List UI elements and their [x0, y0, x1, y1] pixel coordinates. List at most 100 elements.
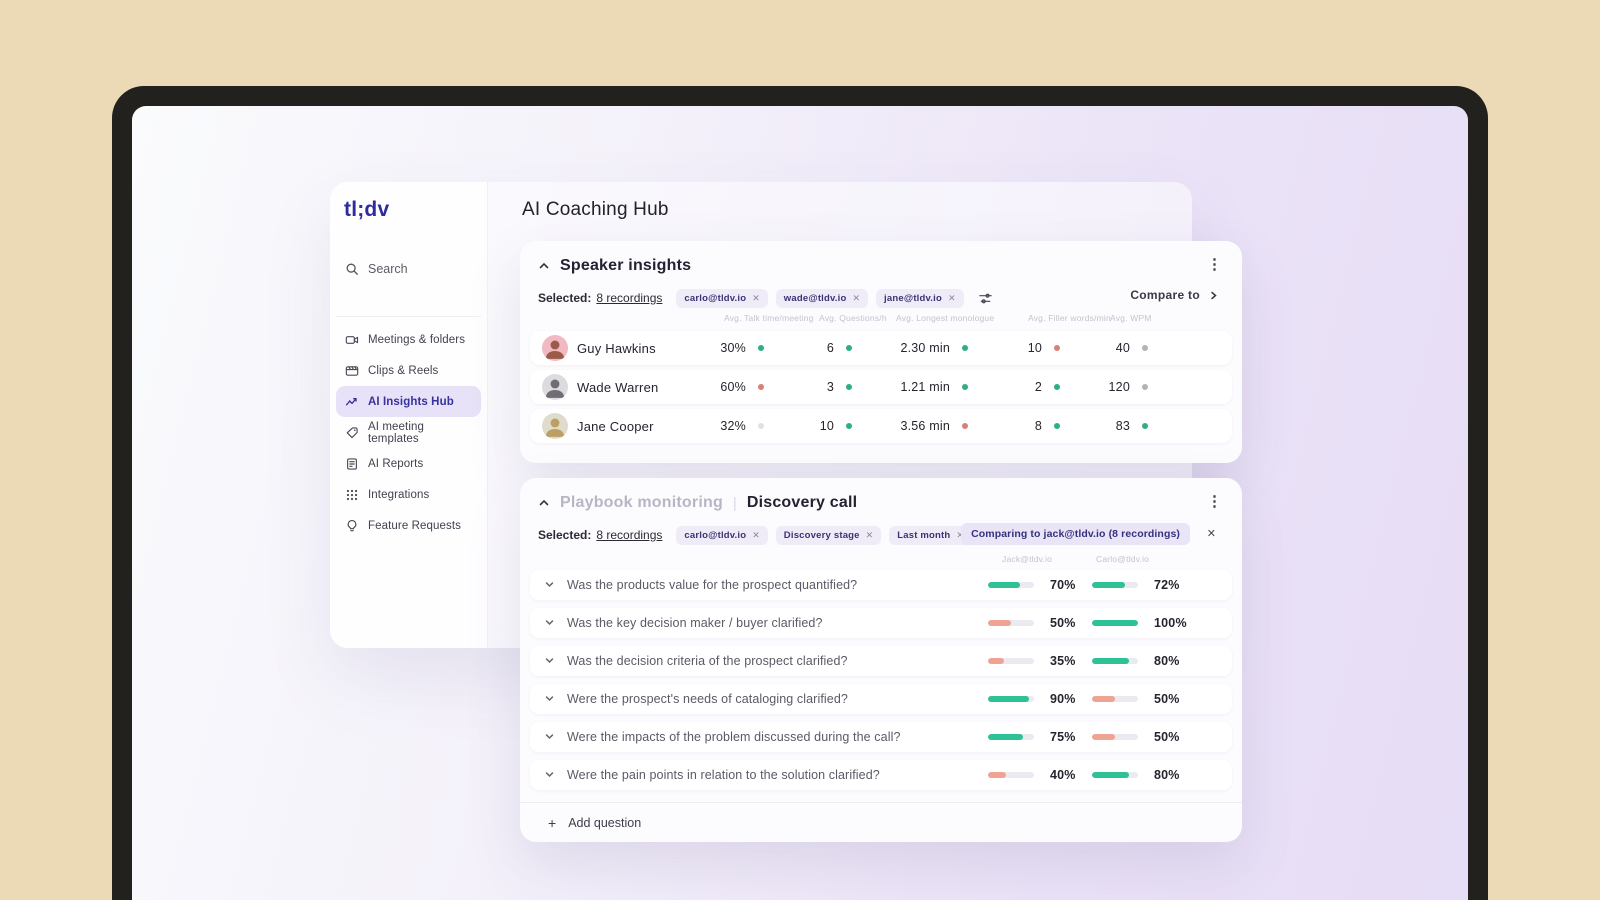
filter-chip[interactable]: Discovery stage ✕	[775, 525, 882, 545]
speaker-name: Guy Hawkins	[577, 341, 656, 356]
sidebar-item-meetings-folders[interactable]: Meetings & folders	[336, 324, 481, 355]
playbook-panel-header: Playbook monitoring | Discovery call ⋮	[538, 492, 1224, 514]
playbook-chips: carlo@tldv.io ✕ Discovery stage ✕ Last m…	[676, 525, 972, 545]
sidebar-item-clips-reels[interactable]: Clips & Reels	[336, 355, 481, 386]
status-dot-green	[1054, 384, 1060, 390]
close-comparison-icon[interactable]: ✕	[1207, 527, 1216, 540]
progress-bar-fill	[1092, 620, 1138, 626]
chevron-down-icon[interactable]	[544, 655, 555, 666]
question-row[interactable]: Were the pain points in relation to the …	[530, 760, 1232, 790]
status-dot-red	[962, 423, 968, 429]
question-row[interactable]: Was the decision criteria of the prospec…	[530, 646, 1232, 676]
chevron-down-icon[interactable]	[544, 769, 555, 780]
chip-remove-icon[interactable]: ✕	[853, 293, 861, 304]
speaker-row[interactable]: Wade Warren 60% 3 1.21 min 2 120	[530, 370, 1232, 404]
chevron-right-icon	[1211, 291, 1217, 299]
status-dot-lightgray	[758, 423, 764, 429]
progress-bar-fill	[988, 658, 1005, 664]
column-header: Avg. Questions/h	[819, 313, 887, 323]
progress-bar	[988, 696, 1034, 702]
question-row[interactable]: Was the key decision maker / buyer clari…	[530, 608, 1232, 638]
selected-label: Selected:	[538, 528, 592, 542]
question-row[interactable]: Were the prospect's needs of cataloging …	[530, 684, 1232, 714]
filter-chip[interactable]: carlo@tldv.io ✕	[676, 525, 768, 545]
metric-value: 83	[1115, 419, 1130, 433]
score-percentage: 70%	[1050, 578, 1076, 592]
filter-chip-label: Discovery stage	[783, 529, 860, 541]
question-row[interactable]: Were the impacts of the problem discusse…	[530, 722, 1232, 752]
progress-bar	[1092, 772, 1138, 778]
selected-recordings-link[interactable]: 8 recordings	[596, 291, 662, 305]
filter-chip[interactable]: carlo@tldv.io ✕	[676, 288, 768, 308]
metric-value: 2.30 min	[900, 341, 950, 355]
desktop-background: tl;dv Search Meetings & folders Clips & …	[0, 0, 1600, 900]
status-dot-green	[962, 345, 968, 351]
chevron-down-icon[interactable]	[544, 693, 555, 704]
chevron-down-icon[interactable]	[544, 579, 555, 590]
chip-remove-icon[interactable]: ✕	[866, 530, 874, 541]
laptop-frame: tl;dv Search Meetings & folders Clips & …	[112, 86, 1488, 900]
metric-value: 3.56 min	[900, 419, 950, 433]
status-dot-green	[846, 345, 852, 351]
collapse-caret-icon[interactable]	[538, 260, 550, 272]
question-list: Was the products value for the prospect …	[530, 570, 1232, 790]
selected-recordings-link[interactable]: 8 recordings	[596, 528, 662, 542]
kebab-menu-icon[interactable]: ⋮	[1207, 491, 1222, 513]
metric-value: 40	[1115, 341, 1130, 355]
filter-chip[interactable]: Last month ✕	[889, 525, 972, 545]
chip-remove-icon[interactable]: ✕	[752, 530, 760, 541]
score-bar-group: 72%	[1092, 570, 1180, 600]
progress-bar	[1092, 658, 1138, 664]
score-percentage: 80%	[1154, 768, 1180, 782]
clapperboard-icon	[345, 364, 359, 378]
sidebar-item-ai-reports[interactable]: AI Reports	[336, 448, 481, 479]
compare-to-button[interactable]: Compare to	[1130, 288, 1218, 302]
metric-value: 6	[826, 341, 834, 355]
add-question-label: Add question	[568, 815, 642, 830]
search-label: Search	[368, 262, 408, 276]
kebab-menu-icon[interactable]: ⋮	[1207, 254, 1222, 276]
status-dot-green	[758, 345, 764, 351]
score-percentage: 90%	[1050, 692, 1076, 706]
status-dot-green	[846, 423, 852, 429]
page-title: AI Coaching Hub	[522, 199, 669, 220]
metric-value: 120	[1108, 380, 1130, 394]
progress-bar-fill	[1092, 696, 1115, 702]
sidebar-item-ai-meeting-templates[interactable]: AI meeting templates	[336, 417, 481, 448]
sidebar-item-integrations[interactable]: Integrations	[336, 479, 481, 510]
avatar	[542, 413, 568, 439]
score-bar-group: 90%	[988, 684, 1076, 714]
question-text: Was the decision criteria of the prospec…	[567, 654, 848, 668]
question-text: Were the prospect's needs of cataloging …	[567, 692, 848, 706]
column-header: Avg. Filler words/min	[1028, 313, 1111, 323]
playbook-title-muted[interactable]: Playbook monitoring	[560, 494, 723, 512]
chevron-down-icon[interactable]	[544, 731, 555, 742]
speaker-row[interactable]: Guy Hawkins 30% 6 2.30 min 10 40	[530, 331, 1232, 365]
comparing-badge[interactable]: Comparing to jack@tldv.io (8 recordings)	[961, 523, 1190, 545]
chip-remove-icon[interactable]: ✕	[948, 293, 956, 304]
filter-chip[interactable]: wade@tldv.io ✕	[775, 288, 869, 308]
score-bar-group: 70%	[988, 570, 1076, 600]
lightbulb-icon	[345, 519, 359, 533]
filter-icon[interactable]	[978, 291, 993, 306]
progress-bar	[988, 658, 1034, 664]
score-bar-group: 50%	[988, 608, 1076, 638]
progress-bar-fill	[1092, 658, 1129, 664]
sidebar-item-ai-insights-hub[interactable]: AI Insights Hub	[336, 386, 481, 417]
collapse-caret-icon[interactable]	[538, 497, 550, 509]
sidebar-nav: Meetings & folders Clips & Reels AI Insi…	[336, 316, 481, 541]
speaker-row[interactable]: Jane Cooper 32% 10 3.56 min 8 83	[530, 409, 1232, 443]
chip-remove-icon[interactable]: ✕	[752, 293, 760, 304]
chevron-down-icon[interactable]	[544, 617, 555, 628]
score-percentage: 50%	[1050, 616, 1076, 630]
progress-bar	[1092, 734, 1138, 740]
metric-value: 3	[826, 380, 834, 394]
score-bar-group: 80%	[1092, 760, 1180, 790]
metric-value: 1.21 min	[900, 380, 950, 394]
search-button[interactable]: Search	[345, 262, 408, 276]
sidebar-item-feature-requests[interactable]: Feature Requests	[336, 510, 481, 541]
question-row[interactable]: Was the products value for the prospect …	[530, 570, 1232, 600]
add-question-button[interactable]: + Add question	[520, 802, 1242, 842]
metric-value: 8	[1034, 419, 1042, 433]
filter-chip[interactable]: jane@tldv.io ✕	[876, 288, 964, 308]
